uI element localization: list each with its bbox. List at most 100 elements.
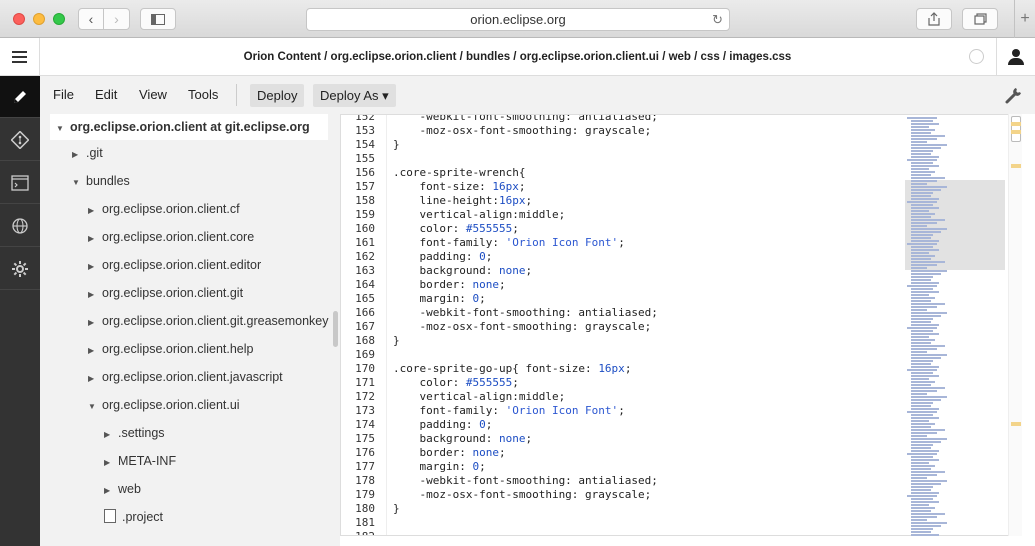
- code-line[interactable]: vertical-align:middle;: [393, 390, 565, 404]
- code-line[interactable]: vertical-align:middle;: [393, 208, 565, 222]
- caret-right-icon[interactable]: ▶: [88, 200, 102, 222]
- sidebar-toggle-button[interactable]: [140, 8, 176, 30]
- code-line[interactable]: -webkit-font-smoothing: antialiased;: [393, 474, 657, 488]
- caret-right-icon[interactable]: ▶: [104, 452, 118, 474]
- minimap-line: [911, 276, 933, 278]
- tree-folder-item[interactable]: ▶ META-INF: [104, 450, 176, 472]
- code-line[interactable]: -moz-osx-font-smoothing: grayscale;: [393, 124, 651, 138]
- pane-splitter-handle[interactable]: [333, 311, 338, 347]
- tree-folder-item[interactable]: ▶ org.eclipse.orion.client.git.greasemonk…: [88, 310, 329, 332]
- code-line[interactable]: font-family: 'Orion Icon Font';: [393, 404, 624, 418]
- code-line[interactable]: color: #555555;: [393, 376, 518, 390]
- code-line[interactable]: -webkit-font-smoothing: antialiased;: [393, 115, 657, 124]
- code-line[interactable]: border: none;: [393, 278, 505, 292]
- sites-page-link[interactable]: [0, 205, 40, 247]
- tools-menu[interactable]: Tools: [188, 87, 218, 102]
- code-line[interactable]: line-height:16px;: [393, 194, 532, 208]
- caret-right-icon[interactable]: ▶: [88, 284, 102, 306]
- deploy-as-dropdown[interactable]: Deploy As ▾: [313, 84, 396, 107]
- caret-down-icon[interactable]: ▼: [56, 118, 70, 140]
- caret-right-icon[interactable]: ▶: [88, 256, 102, 278]
- minimap-line: [911, 291, 939, 293]
- caret-right-icon[interactable]: ▶: [104, 424, 118, 446]
- minimap[interactable]: [905, 114, 1007, 536]
- code-line[interactable]: background: none;: [393, 432, 532, 446]
- caret-right-icon[interactable]: ▶: [88, 340, 102, 362]
- caret-right-icon[interactable]: ▶: [88, 312, 102, 334]
- tree-root-row[interactable]: ▼ org.eclipse.orion.client at git.eclipse…: [50, 114, 328, 140]
- settings-page-link[interactable]: [0, 248, 40, 290]
- minimize-window-button[interactable]: [33, 13, 45, 25]
- tree-folder-item[interactable]: ▶ .git: [72, 142, 103, 164]
- caret-down-icon[interactable]: ▼: [88, 396, 102, 418]
- tree-item-label: web: [118, 482, 141, 496]
- code-line[interactable]: font-size: 16px;: [393, 180, 525, 194]
- deploy-button[interactable]: Deploy: [250, 84, 305, 107]
- minimap-line: [911, 249, 939, 251]
- caret-right-icon[interactable]: ▶: [104, 480, 118, 502]
- zoom-window-button[interactable]: [53, 13, 65, 25]
- edit-menu[interactable]: Edit: [95, 87, 117, 102]
- tree-file-item[interactable]: .project: [104, 506, 163, 528]
- reload-icon[interactable]: ↻: [712, 9, 723, 30]
- caret-right-icon[interactable]: ▶: [72, 144, 86, 166]
- forward-button[interactable]: ›: [104, 8, 130, 30]
- minimap-line: [911, 333, 939, 335]
- git-page-link[interactable]: [0, 119, 40, 161]
- code-line[interactable]: margin: 0;: [393, 460, 485, 474]
- chevron-right-icon: ›: [114, 11, 119, 27]
- minimap-line: [911, 534, 939, 536]
- minimap-line: [911, 150, 933, 152]
- close-window-button[interactable]: [13, 13, 25, 25]
- breadcrumb[interactable]: Orion Content / org.eclipse.orion.client…: [40, 38, 995, 76]
- tree-folder-item[interactable]: ▶ web: [104, 478, 141, 500]
- tree-folder-item[interactable]: ▶ org.eclipse.orion.client.git: [88, 282, 243, 304]
- code-line[interactable]: .core-sprite-wrench{: [393, 166, 525, 180]
- new-tab-button[interactable]: +: [1014, 0, 1035, 38]
- code-line[interactable]: }: [393, 502, 400, 516]
- hamburger-menu-button[interactable]: [0, 38, 40, 76]
- code-line[interactable]: border: none;: [393, 446, 505, 460]
- code-line[interactable]: color: #555555;: [393, 222, 518, 236]
- code-line[interactable]: font-family: 'Orion Icon Font';: [393, 236, 624, 250]
- tree-folder-item[interactable]: ▶ org.eclipse.orion.client.javascript: [88, 366, 283, 388]
- share-button[interactable]: [916, 8, 952, 30]
- code-line[interactable]: }: [393, 334, 400, 348]
- caret-right-icon[interactable]: ▶: [88, 368, 102, 390]
- tree-folder-item[interactable]: ▼ org.eclipse.orion.client.ui: [88, 394, 240, 416]
- address-bar[interactable]: orion.eclipse.org ↻: [306, 8, 730, 31]
- tree-folder-item[interactable]: ▶ org.eclipse.orion.client.core: [88, 226, 254, 248]
- shell-page-link[interactable]: [0, 162, 40, 204]
- caret-right-icon[interactable]: ▶: [88, 228, 102, 250]
- show-tabs-button[interactable]: [962, 8, 998, 30]
- user-menu-button[interactable]: [996, 38, 1035, 76]
- tree-folder-item[interactable]: ▶ org.eclipse.orion.client.help: [88, 338, 253, 360]
- minimap-line: [911, 147, 941, 149]
- minimap-line: [911, 384, 931, 386]
- editor-scrollbar[interactable]: [1008, 114, 1022, 536]
- back-button[interactable]: ‹: [78, 8, 104, 30]
- scrollbar-thumb[interactable]: [1011, 116, 1021, 142]
- caret-down-icon[interactable]: ▼: [72, 172, 86, 194]
- minimap-line: [911, 312, 947, 314]
- code-line[interactable]: padding: 0;: [393, 418, 492, 432]
- file-menu[interactable]: File: [53, 87, 74, 102]
- code-line[interactable]: .core-sprite-go-up{ font-size: 16px;: [393, 362, 631, 376]
- code-line[interactable]: padding: 0;: [393, 250, 492, 264]
- minimap-line: [911, 228, 947, 230]
- tree-folder-item[interactable]: ▼ bundles: [72, 170, 130, 192]
- wrench-icon[interactable]: [1004, 85, 1024, 105]
- minimap-line: [911, 255, 935, 257]
- code-line[interactable]: background: none;: [393, 264, 532, 278]
- minimap-line: [911, 357, 941, 359]
- code-line[interactable]: -moz-osx-font-smoothing: grayscale;: [393, 488, 651, 502]
- code-line[interactable]: -moz-osx-font-smoothing: grayscale;: [393, 320, 651, 334]
- code-line[interactable]: margin: 0;: [393, 292, 485, 306]
- tree-folder-item[interactable]: ▶ .settings: [104, 422, 165, 444]
- view-menu[interactable]: View: [139, 87, 167, 102]
- tree-folder-item[interactable]: ▶ org.eclipse.orion.client.cf: [88, 198, 240, 220]
- code-line[interactable]: }: [393, 138, 400, 152]
- edit-page-link[interactable]: [0, 76, 40, 118]
- tree-folder-item[interactable]: ▶ org.eclipse.orion.client.editor: [88, 254, 261, 276]
- code-line[interactable]: -webkit-font-smoothing: antialiased;: [393, 306, 657, 320]
